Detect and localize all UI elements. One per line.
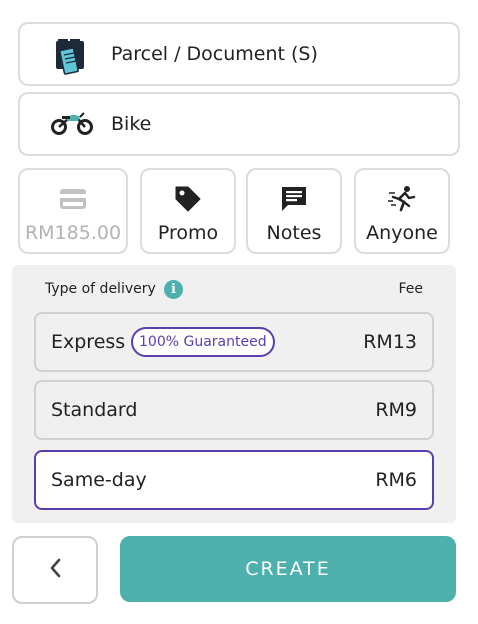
parcel-type-label: Parcel / Document (S) bbox=[111, 43, 318, 65]
delivery-option-fee: RM13 bbox=[363, 331, 417, 353]
motorbike-icon bbox=[50, 107, 94, 141]
runner-icon bbox=[386, 184, 418, 214]
notes-label: Notes bbox=[266, 222, 322, 244]
create-button[interactable]: CREATE bbox=[120, 536, 456, 602]
credit-card-icon bbox=[57, 184, 89, 214]
fee-heading: Fee bbox=[398, 281, 423, 297]
delivery-option-express[interactable]: Express 100% Guaranteed RM13 bbox=[34, 312, 434, 372]
promo-button[interactable]: Promo bbox=[140, 168, 236, 254]
chevron-left-icon bbox=[48, 557, 62, 583]
courier-preference-button[interactable]: Anyone bbox=[354, 168, 450, 254]
delivery-option-name: Express bbox=[51, 331, 126, 353]
delivery-option-fee: RM6 bbox=[375, 469, 417, 491]
back-button[interactable] bbox=[12, 536, 98, 604]
delivery-option-standard[interactable]: Standard RM9 bbox=[34, 380, 434, 440]
chat-icon bbox=[278, 184, 310, 214]
guaranteed-badge: 100% Guaranteed bbox=[131, 327, 275, 357]
vehicle-type-selector[interactable]: Bike bbox=[18, 92, 460, 156]
payment-amount-button[interactable]: RM185.00 bbox=[18, 168, 128, 254]
delivery-type-panel: Type of delivery i Fee Express 100% Guar… bbox=[12, 265, 456, 523]
notes-button[interactable]: Notes bbox=[246, 168, 342, 254]
delivery-option-same-day[interactable]: Same-day RM6 bbox=[34, 450, 434, 510]
parcel-box-icon bbox=[50, 37, 94, 75]
tag-icon bbox=[172, 184, 204, 214]
delivery-option-name: Standard bbox=[51, 399, 138, 421]
delivery-option-name: Same-day bbox=[51, 469, 147, 491]
delivery-option-fee: RM9 bbox=[375, 399, 417, 421]
parcel-type-selector[interactable]: Parcel / Document (S) bbox=[18, 22, 460, 86]
vehicle-type-label: Bike bbox=[111, 113, 152, 135]
promo-label: Promo bbox=[157, 222, 219, 244]
courier-preference-label: Anyone bbox=[366, 222, 438, 244]
payment-amount-label: RM185.00 bbox=[24, 222, 122, 244]
delivery-type-heading: Type of delivery bbox=[45, 281, 156, 297]
info-icon[interactable]: i bbox=[164, 280, 183, 299]
